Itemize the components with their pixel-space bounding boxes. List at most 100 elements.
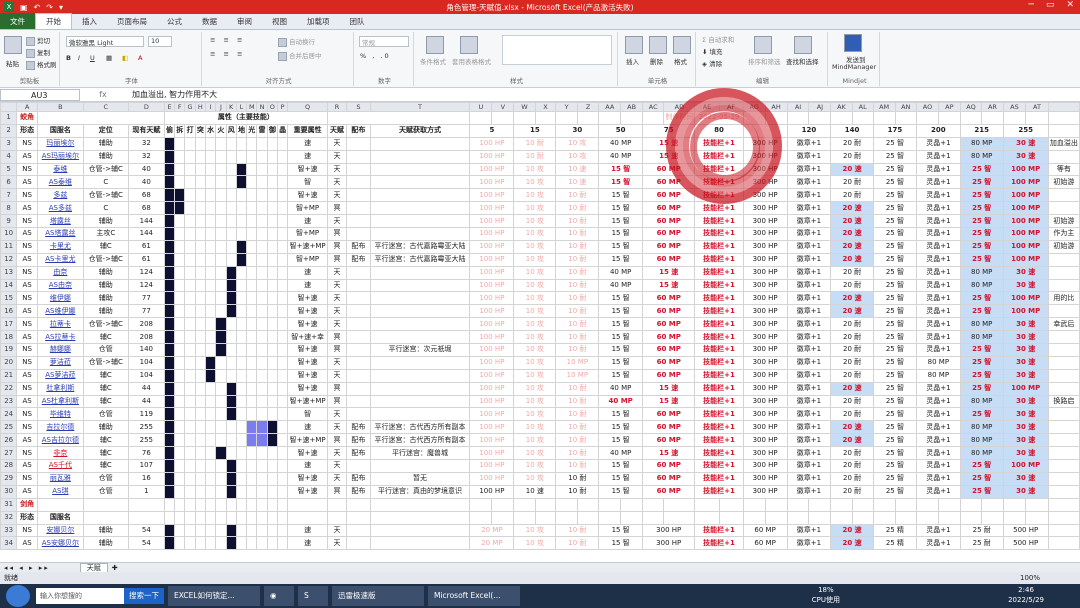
column-header[interactable]: M — [246, 102, 258, 112]
element-flag-cell[interactable] — [235, 355, 248, 370]
element-flag-cell[interactable] — [256, 317, 268, 332]
cell[interactable] — [163, 497, 176, 512]
level-value[interactable]: 10 攻 — [555, 149, 600, 164]
level-value[interactable]: 30 速 — [1002, 368, 1049, 383]
element-flag-cell[interactable] — [194, 523, 206, 538]
cell[interactable] — [491, 111, 515, 125]
level-value[interactable]: 300 HP — [742, 446, 788, 461]
cell-table[interactable]: A B C D E F G H I J K L M N O P Q R S T U V W X Y Z AA AB AC AD AE AF AG… — [0, 102, 1080, 551]
character-name-link[interactable]: AS萝洁菈 — [36, 368, 84, 383]
header-cell[interactable]: 形态 — [16, 510, 38, 525]
element-flag-cell[interactable] — [256, 291, 268, 306]
element-flag-cell[interactable] — [204, 162, 217, 177]
column-header[interactable]: W — [513, 102, 536, 112]
form-cell[interactable]: AS — [16, 149, 38, 164]
role-cell[interactable]: 仓管->辅C — [82, 188, 129, 203]
note-cell[interactable] — [1047, 304, 1080, 319]
column-header[interactable]: AL — [851, 102, 874, 112]
level-value[interactable]: 60 MP — [642, 343, 696, 357]
element-flag-cell[interactable] — [246, 214, 258, 229]
character-name-link[interactable]: AS由奈 — [36, 278, 84, 293]
insert-cells-button[interactable]: 插入 — [626, 56, 639, 66]
row-header[interactable]: 5 — [0, 162, 18, 177]
element-flag-cell[interactable] — [266, 201, 278, 216]
level-value[interactable]: 20 MP — [469, 523, 515, 538]
talent-count[interactable]: 44 — [127, 381, 165, 396]
table-row[interactable]: 7 NS 多兹 仓管->辅C 68 智+速天 100 HP 10 攻 10 耐 15 智 60 MP… — [0, 188, 1080, 203]
element-flag-cell[interactable] — [174, 201, 186, 216]
level-value[interactable]: 15 智 — [598, 459, 644, 473]
talent-count[interactable]: 104 — [127, 368, 165, 383]
element-flag-cell[interactable] — [235, 162, 248, 177]
cell[interactable] — [246, 510, 258, 525]
level-value[interactable]: 技能栏+1 — [694, 355, 744, 370]
element-header[interactable]: 打 — [184, 123, 196, 138]
level-value[interactable]: 100 HP — [469, 304, 515, 319]
talent-count[interactable]: 77 — [127, 304, 165, 319]
level-value[interactable]: 徽章+1 — [786, 227, 832, 241]
cell[interactable] — [786, 497, 810, 512]
cell[interactable] — [287, 510, 328, 525]
character-name-link[interactable]: 玛丽埃尔 — [36, 136, 84, 151]
level-value[interactable]: 25 智 — [959, 214, 1004, 229]
element-flag-cell[interactable] — [215, 459, 227, 473]
element-flag-cell[interactable] — [204, 175, 217, 190]
talent-count[interactable]: 61 — [127, 252, 165, 267]
talent-source[interactable] — [369, 523, 471, 538]
element-flag-cell[interactable] — [266, 459, 278, 473]
level-value[interactable]: 10 攻 — [513, 459, 557, 473]
element-flag-cell[interactable] — [174, 214, 186, 229]
element-flag-cell[interactable] — [204, 407, 217, 422]
level-value[interactable]: 25 智 — [959, 201, 1004, 216]
element-flag-cell[interactable] — [184, 471, 196, 486]
role-cell[interactable]: 辅助 — [82, 136, 129, 151]
element-flag-cell[interactable] — [246, 175, 258, 190]
distribution-cell[interactable] — [346, 523, 371, 538]
element-flag-cell[interactable] — [225, 523, 237, 538]
cell[interactable] — [663, 497, 696, 512]
form-cell[interactable]: AS — [16, 394, 38, 409]
element-flag-cell[interactable] — [215, 278, 227, 293]
level-value[interactable]: 徽章+1 — [786, 368, 832, 383]
level-header[interactable]: 30 — [555, 123, 600, 138]
undo-icon[interactable]: ↶ — [34, 3, 41, 12]
level-value[interactable]: 100 MP — [1002, 291, 1049, 306]
cell[interactable] — [642, 497, 665, 512]
element-flag-cell[interactable] — [194, 446, 206, 461]
section-label-jianjiao[interactable]: 剑角 — [16, 497, 38, 512]
cell[interactable] — [808, 497, 832, 512]
element-flag-cell[interactable] — [215, 343, 227, 357]
distribution-cell[interactable] — [346, 459, 371, 473]
element-flag-cell[interactable] — [184, 484, 196, 499]
level-value[interactable]: 100 HP — [469, 394, 515, 409]
form-cell[interactable]: NS — [16, 136, 38, 151]
level-value[interactable]: 100 HP — [469, 201, 515, 216]
level-value[interactable]: 100 HP — [469, 149, 515, 164]
element-flag-cell[interactable] — [215, 175, 227, 190]
level-value[interactable]: 10 攻 — [513, 227, 557, 241]
level-value[interactable]: 100 MP — [1002, 459, 1049, 473]
row-header[interactable]: 33 — [0, 523, 18, 538]
element-flag-cell[interactable] — [266, 239, 278, 254]
row-header[interactable]: 26 — [0, 433, 18, 448]
level-value[interactable]: 20 速 — [830, 420, 874, 435]
element-flag-cell[interactable] — [194, 433, 206, 448]
role-cell[interactable]: 辅助 — [82, 265, 129, 280]
distribution-cell[interactable] — [346, 355, 371, 370]
element-flag-cell[interactable] — [235, 433, 248, 448]
level-value[interactable]: 10 攻 — [513, 407, 557, 422]
element-flag-cell[interactable] — [215, 304, 227, 319]
level-value[interactable]: 60 MP — [642, 484, 696, 499]
role-cell[interactable]: 仓管->辅C — [82, 252, 129, 267]
element-flag-cell[interactable] — [235, 368, 248, 383]
level-value[interactable]: 100 MP — [1002, 214, 1049, 229]
cell[interactable] — [576, 497, 600, 512]
autosum-button[interactable]: Σ 自动求和 — [702, 34, 734, 44]
cell[interactable] — [938, 111, 961, 125]
level-value[interactable]: 10 攻 — [513, 394, 557, 409]
level-value[interactable]: 300 HP — [742, 394, 788, 409]
column-header[interactable]: X — [534, 102, 557, 112]
cell[interactable] — [959, 510, 983, 525]
row-header[interactable]: 6 — [0, 175, 18, 190]
level-value[interactable]: 技能栏+1 — [694, 330, 744, 345]
